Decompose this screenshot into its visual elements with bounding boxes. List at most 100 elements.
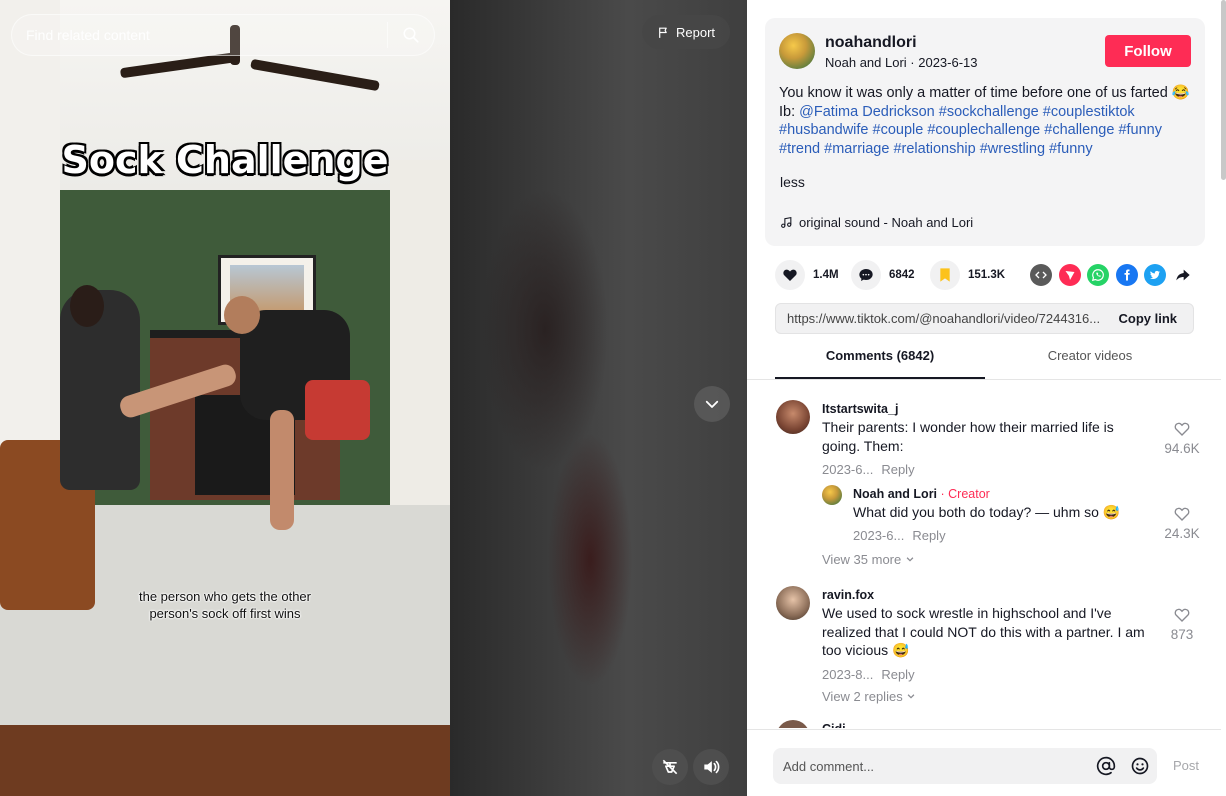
video-caption-overlay: the person who gets the other person's s… bbox=[138, 589, 311, 621]
comment-like-button[interactable]: 873 bbox=[1162, 606, 1202, 642]
comment-username[interactable]: Itstartswita_j bbox=[822, 402, 898, 416]
hashtag-link[interactable]: #husbandwife bbox=[779, 122, 869, 138]
comment-username[interactable]: Noah and Lori bbox=[853, 487, 937, 501]
reply-button[interactable]: Reply bbox=[912, 528, 945, 543]
hashtag-link[interactable]: #marriage bbox=[824, 141, 889, 157]
video-player[interactable]: Sock Challenge the person who gets the o… bbox=[0, 0, 747, 796]
hashtag-link[interactable]: #sockchallenge bbox=[939, 104, 1039, 120]
save-stat: 151.3K bbox=[930, 260, 1005, 290]
search-bar bbox=[11, 14, 435, 56]
music-link[interactable]: original sound - Noah and Lori bbox=[780, 215, 973, 230]
person-leg bbox=[270, 410, 294, 530]
comment-meta: 2023-6... Reply bbox=[853, 528, 946, 543]
facebook-icon bbox=[1124, 269, 1130, 281]
search-button[interactable] bbox=[388, 15, 434, 55]
video-frame[interactable]: Sock Challenge the person who gets the o… bbox=[0, 0, 450, 796]
comment-stat: 6842 bbox=[851, 260, 915, 290]
avatar[interactable] bbox=[779, 33, 815, 69]
hashtag-link[interactable]: #funny bbox=[1118, 122, 1162, 138]
comment-like-button[interactable]: 24.3K bbox=[1162, 505, 1202, 541]
comment-icon bbox=[859, 269, 873, 281]
comment-username[interactable]: ravin.fox bbox=[822, 588, 874, 602]
share-arrow-icon bbox=[1176, 269, 1190, 281]
floating-player-button[interactable] bbox=[652, 749, 688, 785]
post-description: You know it was only a matter of time be… bbox=[779, 84, 1199, 158]
creator-badge: · Creator bbox=[940, 487, 990, 501]
whatsapp-icon bbox=[1091, 269, 1104, 282]
comment-date: 2023-6... bbox=[853, 528, 905, 543]
less-button[interactable]: less bbox=[780, 174, 805, 190]
avatar[interactable] bbox=[822, 485, 842, 505]
author-username[interactable]: noahandlori bbox=[825, 34, 917, 52]
reply-button[interactable]: Reply bbox=[881, 667, 914, 682]
comment-meta: 2023-8... Reply bbox=[822, 667, 915, 682]
chevron-down-icon bbox=[907, 694, 915, 699]
comment-like-count: 873 bbox=[1170, 627, 1194, 642]
comment-like-count: 94.6K bbox=[1164, 441, 1200, 456]
embed-button[interactable] bbox=[1030, 264, 1052, 286]
chevron-down-icon bbox=[906, 557, 914, 562]
hashtag-link[interactable]: #wrestling bbox=[980, 141, 1045, 157]
avatar[interactable] bbox=[776, 586, 810, 620]
view-more-replies-button[interactable]: View 35 more bbox=[822, 552, 915, 567]
comment-date: 2023-8... bbox=[822, 667, 874, 682]
hashtag-link[interactable]: #couplestiktok bbox=[1043, 104, 1135, 120]
mention-link[interactable]: @Fatima Dedrickson bbox=[799, 104, 935, 120]
like-stat: 1.4M bbox=[775, 260, 839, 290]
share-link-box: https://www.tiktok.com/@noahandlori/vide… bbox=[775, 303, 1194, 334]
person-shorts bbox=[305, 380, 370, 440]
whatsapp-button[interactable] bbox=[1087, 264, 1109, 286]
follow-button[interactable]: Follow bbox=[1105, 35, 1191, 67]
save-button[interactable] bbox=[930, 260, 960, 290]
video-title-overlay: Sock Challenge bbox=[61, 138, 389, 182]
search-input[interactable] bbox=[12, 15, 387, 55]
more-share-button[interactable] bbox=[1172, 264, 1194, 286]
reply-username-row: Noah and Lori · Creator bbox=[853, 487, 990, 501]
divider bbox=[747, 379, 1221, 380]
heart-outline-icon bbox=[1174, 422, 1190, 436]
save-count: 151.3K bbox=[968, 269, 1006, 281]
post-date: 2023-6-13 bbox=[918, 55, 978, 70]
hashtag-link[interactable]: #couple bbox=[873, 122, 924, 138]
twitter-icon bbox=[1150, 270, 1160, 280]
comment-text: Their parents: I wonder how their marrie… bbox=[822, 419, 1114, 454]
hashtag-link[interactable]: #couplechallenge bbox=[927, 122, 1040, 138]
hashtag-link[interactable]: #challenge bbox=[1044, 122, 1114, 138]
volume-button[interactable] bbox=[693, 749, 729, 785]
send-button[interactable] bbox=[1059, 264, 1081, 286]
reply-button[interactable]: Reply bbox=[881, 462, 914, 477]
heart-icon bbox=[783, 269, 797, 281]
tiktok-video-page: Sock Challenge the person who gets the o… bbox=[0, 0, 1226, 796]
facebook-button[interactable] bbox=[1116, 264, 1138, 286]
comment-like-button[interactable]: 94.6K bbox=[1162, 420, 1202, 456]
tab-bar: Comments (6842) Creator videos bbox=[775, 348, 1195, 379]
report-button[interactable]: Report bbox=[642, 15, 730, 49]
send-icon bbox=[1065, 271, 1075, 280]
scrollbar[interactable] bbox=[1221, 0, 1226, 180]
tab-comments[interactable]: Comments (6842) bbox=[775, 348, 985, 379]
mention-button[interactable] bbox=[1089, 748, 1123, 784]
like-count: 1.4M bbox=[813, 269, 839, 281]
comment-button[interactable] bbox=[851, 260, 881, 290]
music-note-icon bbox=[781, 216, 792, 228]
view-replies-button[interactable]: View 2 replies bbox=[822, 689, 916, 704]
hashtag-link[interactable]: #funny bbox=[1049, 141, 1093, 157]
emoji-icon bbox=[1131, 757, 1149, 775]
chevron-down-icon bbox=[705, 400, 719, 408]
twitter-button[interactable] bbox=[1144, 264, 1166, 286]
report-label: Report bbox=[675, 24, 716, 40]
hashtag-link[interactable]: #trend bbox=[779, 141, 820, 157]
avatar[interactable] bbox=[776, 400, 810, 434]
comment-like-count: 24.3K bbox=[1164, 526, 1200, 541]
music-title: original sound - Noah and Lori bbox=[799, 215, 974, 230]
next-video-button[interactable] bbox=[694, 386, 730, 422]
emoji-button[interactable] bbox=[1123, 748, 1157, 784]
tab-creator-videos[interactable]: Creator videos bbox=[985, 348, 1195, 363]
share-link-url[interactable]: https://www.tiktok.com/@noahandlori/vide… bbox=[776, 311, 1102, 326]
post-button[interactable]: Post bbox=[1173, 758, 1199, 773]
like-button[interactable] bbox=[775, 260, 805, 290]
comment-input[interactable] bbox=[773, 748, 1089, 784]
copy-link-button[interactable]: Copy link bbox=[1102, 311, 1193, 326]
hashtag-link[interactable]: #relationship bbox=[893, 141, 975, 157]
comment-date: 2023-6... bbox=[822, 462, 874, 477]
